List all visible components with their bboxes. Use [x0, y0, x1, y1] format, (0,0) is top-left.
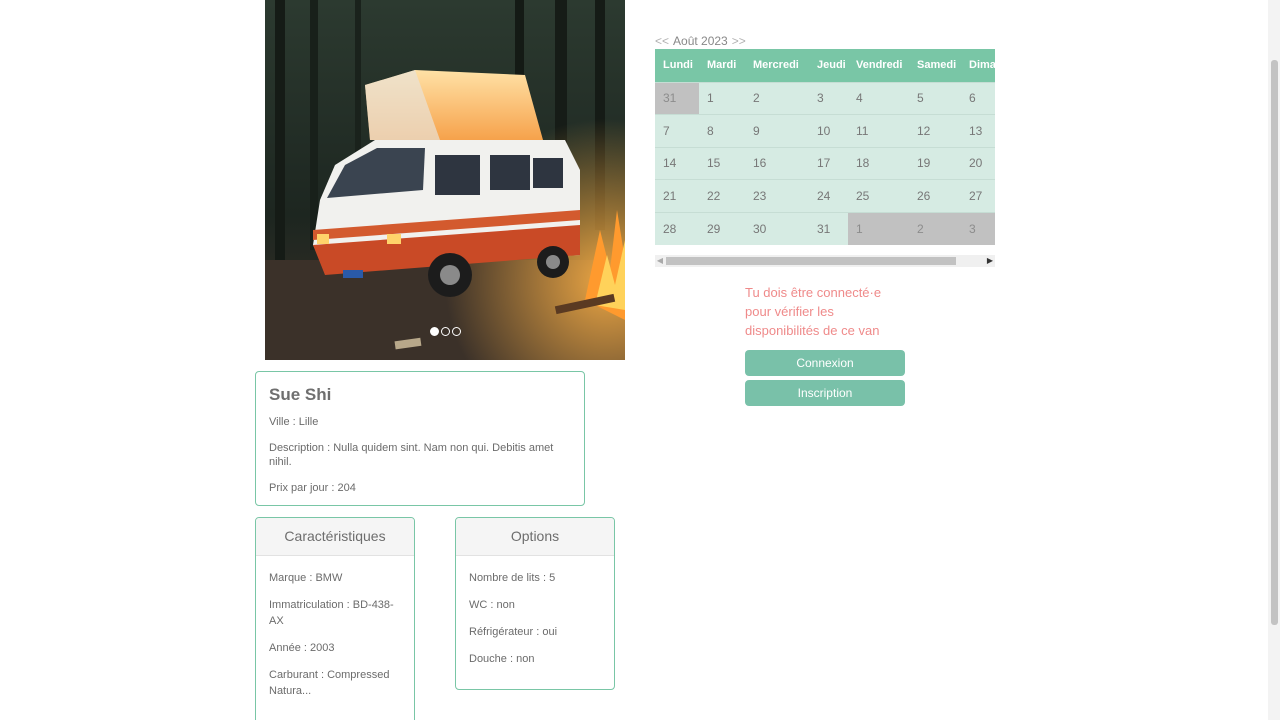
- calendar-day[interactable]: 20: [961, 146, 995, 180]
- characteristics-card: Caractéristiques Marque : BMW Immatricul…: [255, 517, 415, 720]
- calendar-horizontal-scrollbar[interactable]: ◀ ▶: [655, 255, 995, 267]
- price-per-day: Prix par jour : 204: [269, 482, 356, 494]
- characteristics-list: Marque : BMW Immatriculation : BD-438-AX…: [256, 556, 414, 699]
- owner-city: Ville : Lille: [269, 416, 319, 428]
- option-item: Douche : non: [469, 653, 535, 665]
- van-photo-carousel[interactable]: [265, 0, 625, 360]
- weekday-header: Mercredi: [745, 49, 809, 82]
- calendar-week: 14 15 16 17 18 19 20: [655, 146, 995, 180]
- login-button[interactable]: Connexion: [745, 350, 905, 376]
- calendar-day[interactable]: 27: [961, 179, 995, 213]
- calendar-week: 31 1 2 3 4 5 6: [655, 81, 995, 115]
- calendar-day[interactable]: 31: [809, 211, 848, 245]
- calendar-day[interactable]: 11: [848, 114, 909, 148]
- calendar-day[interactable]: 6: [961, 81, 995, 115]
- carousel-dot-1[interactable]: [429, 327, 439, 336]
- calendar-day[interactable]: 17: [809, 146, 848, 180]
- page: << Août 2023 >> Lundi Mardi Mercredi Jeu…: [0, 0, 1280, 720]
- calendar-day[interactable]: 18: [848, 146, 909, 180]
- scroll-left-icon[interactable]: ◀: [655, 255, 665, 267]
- calendar-nav: << Août 2023 >>: [655, 34, 746, 48]
- calendar-week: 7 8 9 10 11 12 13: [655, 114, 995, 148]
- calendar-day[interactable]: 1: [699, 81, 745, 115]
- calendar-day[interactable]: 13: [961, 114, 995, 148]
- prev-month-button[interactable]: <<: [655, 34, 669, 48]
- option-item: WC : non: [469, 599, 515, 611]
- option-item: Réfrigérateur : oui: [469, 626, 558, 638]
- scrollbar-thumb[interactable]: [666, 257, 956, 265]
- options-card: Options Nombre de lits : 5 WC : non Réfr…: [455, 517, 615, 690]
- carousel-dot-3[interactable]: [451, 327, 461, 336]
- login-required-message: Tu dois être connecté·e pour vérifier le…: [745, 285, 882, 338]
- calendar-day[interactable]: 22: [699, 179, 745, 213]
- owner-card: Sue Shi Ville : Lille Description : Null…: [255, 371, 585, 506]
- weekday-header: Samedi: [909, 49, 961, 82]
- next-month-button[interactable]: >>: [732, 34, 746, 48]
- calendar-day[interactable]: 5: [909, 81, 961, 115]
- calendar-month-label: Août 2023: [673, 34, 728, 48]
- calendar-day[interactable]: 21: [655, 179, 699, 213]
- calendar-day[interactable]: 30: [745, 211, 809, 245]
- carousel-indicators: [265, 327, 625, 336]
- calendar-day[interactable]: 24: [809, 179, 848, 213]
- calendar-table: Lundi Mardi Mercredi Jeudi Vendredi Same…: [655, 49, 995, 245]
- option-item: Nombre de lits : 5: [469, 572, 556, 584]
- characteristic-item: Marque : BMW: [269, 572, 343, 584]
- van-description: Description : Nulla quidem sint. Nam non…: [269, 442, 554, 468]
- calendar-day[interactable]: 15: [699, 146, 745, 180]
- scrollbar-thumb[interactable]: [1271, 60, 1278, 625]
- calendar-day[interactable]: 28: [655, 211, 699, 245]
- calendar-day[interactable]: 8: [699, 114, 745, 148]
- page-vertical-scrollbar[interactable]: [1268, 0, 1280, 720]
- calendar-day[interactable]: 3: [961, 211, 995, 245]
- calendar-week: 28 29 30 31 1 2 3: [655, 211, 995, 245]
- calendar-day[interactable]: 26: [909, 179, 961, 213]
- characteristic-item: Carburant : Compressed Natura...: [269, 669, 390, 697]
- calendar-day[interactable]: 12: [909, 114, 961, 148]
- weekday-header: Jeudi: [809, 49, 848, 82]
- calendar-day[interactable]: 2: [745, 81, 809, 115]
- calendar-day[interactable]: 4: [848, 81, 909, 115]
- calendar-day[interactable]: 16: [745, 146, 809, 180]
- calendar-day[interactable]: 14: [655, 146, 699, 180]
- calendar-day[interactable]: 23: [745, 179, 809, 213]
- calendar-day[interactable]: 10: [809, 114, 848, 148]
- calendar-day[interactable]: 9: [745, 114, 809, 148]
- characteristic-item: Année : 2003: [269, 642, 335, 654]
- calendar-day[interactable]: 2: [909, 211, 961, 245]
- carousel-dot-2[interactable]: [440, 327, 450, 336]
- options-title: Options: [456, 518, 614, 556]
- calendar-day[interactable]: 3: [809, 81, 848, 115]
- calendar-day[interactable]: 29: [699, 211, 745, 245]
- calendar-day[interactable]: 1: [848, 211, 909, 245]
- van-photo: [265, 0, 625, 360]
- weekday-header: Vendredi: [848, 49, 909, 82]
- owner-name: Sue Shi: [269, 385, 332, 404]
- calendar-day[interactable]: 25: [848, 179, 909, 213]
- weekday-header: Lundi: [655, 49, 699, 82]
- scroll-right-icon[interactable]: ▶: [985, 255, 995, 267]
- characteristic-item: Immatriculation : BD-438-AX: [269, 599, 394, 627]
- weekday-header: Mardi: [699, 49, 745, 82]
- weekday-header: Dimanche: [961, 49, 995, 82]
- weekday-header-row: Lundi Mardi Mercredi Jeudi Vendredi Same…: [655, 49, 995, 82]
- characteristics-title: Caractéristiques: [256, 518, 414, 556]
- options-list: Nombre de lits : 5 WC : non Réfrigérateu…: [456, 556, 614, 667]
- calendar-day[interactable]: 7: [655, 114, 699, 148]
- calendar: Lundi Mardi Mercredi Jeudi Vendredi Same…: [655, 49, 995, 245]
- calendar-day[interactable]: 19: [909, 146, 961, 180]
- calendar-week: 21 22 23 24 25 26 27: [655, 179, 995, 213]
- calendar-day[interactable]: 31: [655, 81, 699, 115]
- signup-button[interactable]: Inscription: [745, 380, 905, 406]
